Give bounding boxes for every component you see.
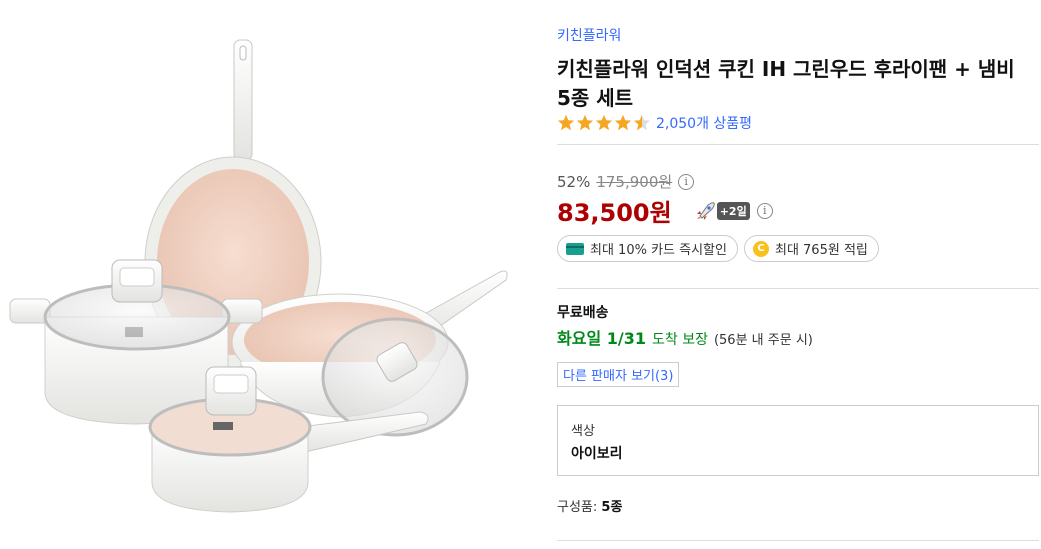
rating-row: 2,050개 상품평 (557, 113, 752, 133)
divider (557, 144, 1039, 145)
delivery-date: 화요일 1/31 (557, 329, 646, 348)
half-star-icon (633, 114, 651, 131)
delivery-guarantee: 도착 보장 (651, 332, 708, 348)
points-label: 최대 765원 적립 (774, 243, 868, 258)
other-sellers-button[interactable]: 다른 판매자 보기(3) (557, 362, 680, 387)
composition-label: 구성품: (557, 500, 598, 515)
credit-card-icon (566, 242, 584, 255)
color-option-selector[interactable]: 색상 아이보리 (557, 405, 1039, 476)
composition-info: 구성품: 5종 (557, 496, 622, 515)
price-row: 83,500원 +2일 i (557, 193, 773, 228)
coin-icon: C (752, 240, 769, 257)
delivery-note: (56분 내 주문 시) (713, 333, 813, 348)
card-discount-pill[interactable]: 최대 10% 카드 즉시할인 (557, 235, 738, 262)
star-icon (576, 114, 594, 131)
option-value: 아이보리 (571, 446, 623, 462)
rocket-icon (696, 201, 715, 220)
discount-row: 52% 175,900원 i (557, 171, 695, 192)
brand-link[interactable]: 키친플라워 (557, 25, 621, 45)
info-icon[interactable]: i (678, 173, 695, 190)
divider (557, 540, 1039, 541)
info-icon[interactable]: i (756, 202, 773, 219)
product-image (9, 39, 508, 513)
benefit-pills: 최대 10% 카드 즉시할인 C 최대 765원 적립 (557, 235, 885, 262)
product-title: 키친플라워 인덕션 쿠킨 IH 그린우드 후라이팬 + 냄비 5종 세트 (557, 57, 1015, 110)
review-count-link[interactable]: 2,050개 상품평 (656, 113, 752, 133)
star-icon (595, 114, 613, 131)
star-rating[interactable] (557, 114, 652, 132)
divider (557, 288, 1039, 289)
composition-value: 5종 (601, 500, 623, 515)
delivery-days-badge: +2일 (716, 201, 750, 220)
delivery-info: 화요일 1/31 도착 보장 (56분 내 주문 시) (557, 325, 813, 349)
discount-rate: 52% (557, 172, 591, 191)
card-discount-label: 최대 10% 카드 즉시할인 (590, 243, 727, 258)
original-price: 175,900원 (596, 173, 673, 191)
option-label: 색상 (571, 424, 595, 439)
shipping-label: 무료배송 (557, 305, 609, 321)
points-pill[interactable]: C 최대 765원 적립 (743, 235, 879, 262)
star-icon (614, 114, 632, 131)
star-icon (557, 114, 575, 131)
sale-price: 83,500원 (557, 199, 672, 227)
